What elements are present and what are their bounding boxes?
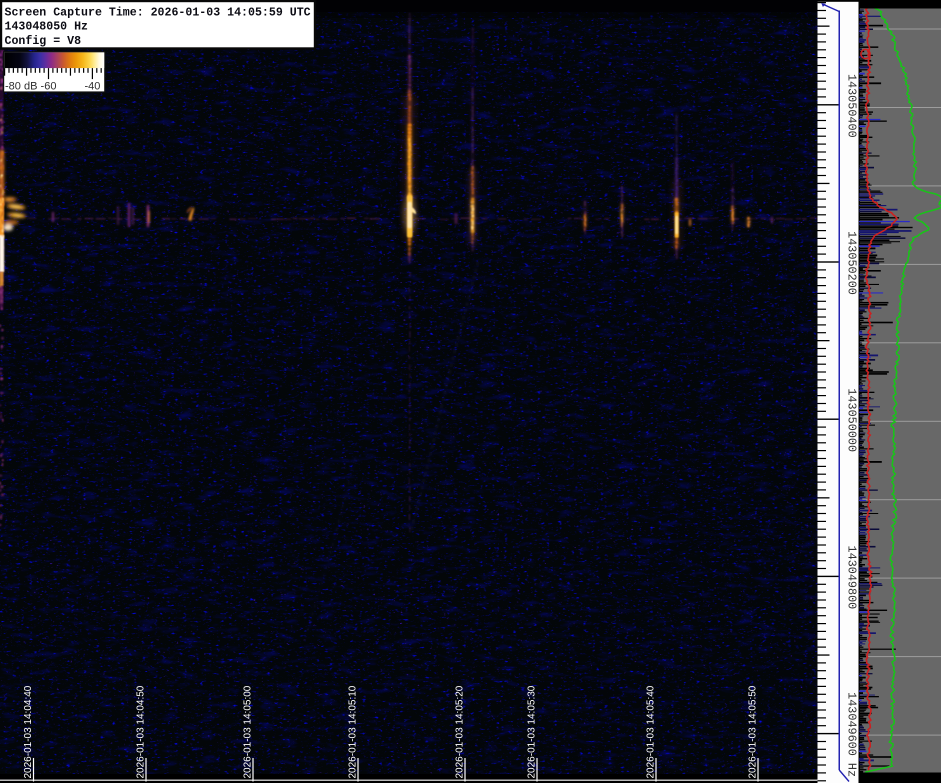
svg-text:2026-01-03 14:05:50: 2026-01-03 14:05:50	[748, 685, 759, 778]
svg-text:2026-01-03 14:05:30: 2026-01-03 14:05:30	[527, 685, 538, 778]
svg-text:143050400: 143050400	[844, 74, 858, 138]
svg-text:Screen Capture Time: 2026-01-0: Screen Capture Time: 2026-01-03 14:05:59…	[5, 6, 311, 19]
svg-text:143050000: 143050000	[844, 388, 858, 452]
svg-text:2026-01-03 14:05:00: 2026-01-03 14:05:00	[243, 685, 254, 778]
svg-text:2026-01-03 14:04:50: 2026-01-03 14:04:50	[136, 685, 147, 778]
svg-text:-60: -60	[41, 80, 57, 92]
svg-text:143050200: 143050200	[844, 231, 858, 295]
svg-text:-40: -40	[84, 80, 100, 92]
svg-text:143049600 Hz: 143049600 Hz	[844, 692, 858, 777]
svg-text:2026-01-03 14:05:10: 2026-01-03 14:05:10	[348, 685, 359, 778]
svg-text:2026-01-03 14:05:40: 2026-01-03 14:05:40	[646, 685, 657, 778]
svg-text:-80 dB: -80 dB	[5, 80, 37, 92]
svg-text:2026-01-03 14:05:20: 2026-01-03 14:05:20	[455, 685, 466, 778]
svg-text:Config = V8: Config = V8	[5, 35, 82, 48]
svg-text:2026-01-03 14:04:40: 2026-01-03 14:04:40	[23, 685, 34, 778]
svg-text:143048050 Hz: 143048050 Hz	[5, 21, 89, 34]
svg-text:143049800: 143049800	[844, 546, 858, 610]
